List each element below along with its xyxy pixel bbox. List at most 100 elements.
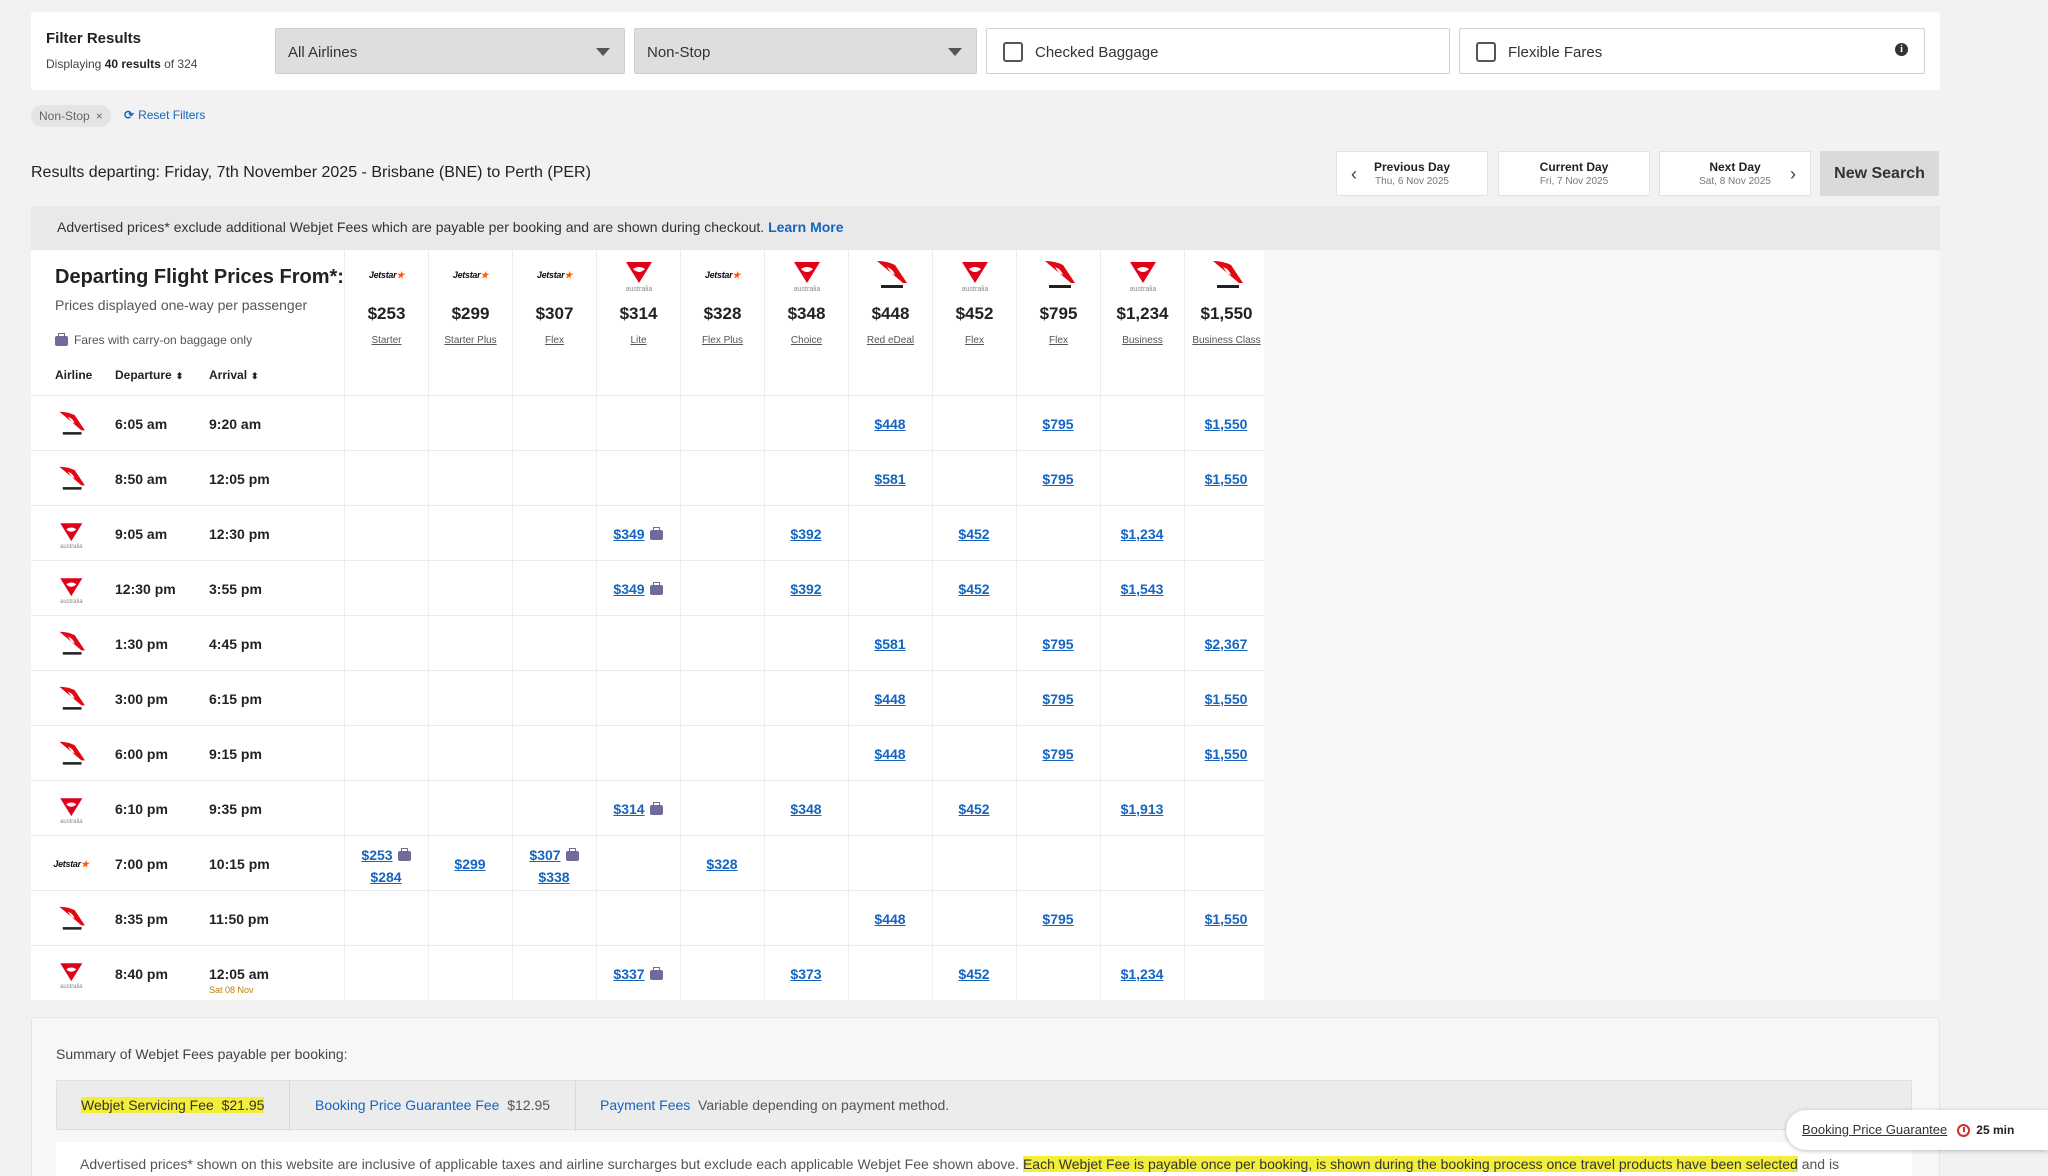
results-count-prefix: Displaying — [46, 57, 102, 71]
fare-price-link[interactable]: $1,234 — [1121, 526, 1164, 542]
fare-price-link[interactable]: $373 — [790, 966, 821, 982]
fare-price-link[interactable]: $1,550 — [1205, 911, 1248, 927]
checked-baggage-checkbox[interactable]: Checked Baggage — [986, 28, 1450, 74]
fare-price-link[interactable]: $1,913 — [1121, 801, 1164, 817]
fare-column-8: $795 Flex — [1016, 250, 1100, 395]
airline-logo: Jetstar★ — [49, 846, 93, 882]
fare-price-link[interactable]: $349 — [613, 526, 644, 542]
new-search-button[interactable]: New Search — [1820, 151, 1939, 196]
close-icon[interactable]: × — [96, 109, 103, 123]
departure-time: 8:40 pm — [115, 966, 168, 982]
fare-cell: $581 — [848, 636, 932, 652]
fare-price-link[interactable]: $581 — [874, 636, 905, 652]
reset-filters-link[interactable]: ⟳ Reset Filters — [124, 108, 205, 122]
fare-cell: $581 — [848, 471, 932, 487]
fare-price-link[interactable]: $1,543 — [1121, 581, 1164, 597]
booking-price-guarantee-widget[interactable]: Booking Price Guarantee 25 min — [1786, 1110, 2048, 1150]
fare-type-link[interactable]: Starter — [345, 335, 428, 347]
filter-panel: Filter Results Displaying 40 results of … — [31, 12, 1940, 90]
fare-price-link[interactable]: $337 — [613, 966, 644, 982]
fare-price-link[interactable]: $1,550 — [1205, 471, 1248, 487]
previous-day-button[interactable]: ‹ Previous Day Thu, 6 Nov 2025 — [1336, 151, 1488, 196]
servicing-fee-label: Webjet Servicing Fee — [81, 1097, 214, 1113]
sort-icon: ⬍ — [175, 371, 184, 381]
guarantee-fee: Booking Price Guarantee Fee $12.95 — [315, 1097, 550, 1113]
fare-price-link[interactable]: $795 — [1042, 691, 1073, 707]
fare-price-link[interactable]: $795 — [1042, 416, 1073, 432]
guarantee-fee-label[interactable]: Booking Price Guarantee Fee — [315, 1097, 499, 1113]
fare-type-link[interactable]: Choice — [765, 335, 848, 347]
svg-text:australia: australia — [60, 984, 83, 990]
fare-price-link[interactable]: $448 — [874, 691, 905, 707]
payment-fees-label[interactable]: Payment Fees — [600, 1097, 690, 1113]
flight-row: 6:00 pm 9:15 pm $448 $795 $1,550 — [31, 725, 1264, 780]
checked-baggage-label: Checked Baggage — [1035, 44, 1159, 61]
fare-price-link[interactable]: $1,234 — [1121, 966, 1164, 982]
fare-cell: $795 — [1016, 416, 1100, 432]
fare-price-link[interactable]: $328 — [706, 856, 737, 872]
fare-price-link[interactable]: $795 — [1042, 471, 1073, 487]
fare-price-link[interactable]: $795 — [1042, 636, 1073, 652]
info-icon[interactable]: i — [1895, 43, 1908, 56]
fare-airline-logo: australia — [765, 250, 848, 300]
fare-type-link[interactable]: Starter Plus — [429, 335, 512, 347]
fare-price-link[interactable]: $448 — [874, 746, 905, 762]
fare-cell: $1,550 — [1184, 416, 1268, 432]
fare-price-link[interactable]: $299 — [454, 856, 485, 872]
fare-price-link[interactable]: $2,367 — [1205, 636, 1248, 652]
fare-price-link[interactable]: $348 — [790, 801, 821, 817]
stops-select[interactable]: Non-Stop — [634, 28, 977, 74]
fare-price-link[interactable]: $452 — [958, 801, 989, 817]
fare-price-link[interactable]: $338 — [538, 869, 569, 885]
results-title: Results departing: Friday, 7th November … — [31, 164, 591, 182]
fare-price-link[interactable]: $448 — [874, 911, 905, 927]
fare-price-link[interactable]: $349 — [613, 581, 644, 597]
fare-price-link[interactable]: $452 — [958, 966, 989, 982]
fare-type-link[interactable]: Red eDeal — [849, 335, 932, 347]
current-day-button[interactable]: Current Day Fri, 7 Nov 2025 — [1498, 151, 1650, 196]
fare-price-link[interactable]: $1,550 — [1205, 746, 1248, 762]
fare-price-link[interactable]: $307 — [529, 847, 560, 863]
departure-time: 7:00 pm — [115, 856, 168, 872]
fare-cell: $373 — [764, 966, 848, 982]
fare-price-link[interactable]: $392 — [790, 526, 821, 542]
fare-price-link[interactable]: $253 — [361, 847, 392, 863]
learn-more-link[interactable]: Learn More — [768, 219, 843, 235]
fare-price-link[interactable]: $314 — [613, 801, 644, 817]
departure-sort-header[interactable]: Departure ⬍ — [115, 368, 183, 382]
fare-price-link[interactable]: $452 — [958, 526, 989, 542]
previous-day-date: Thu, 6 Nov 2025 — [1375, 176, 1449, 187]
fare-type-link[interactable]: Business Class — [1185, 335, 1268, 347]
fare-price-link[interactable]: $448 — [874, 416, 905, 432]
fare-price-link[interactable]: $795 — [1042, 911, 1073, 927]
fare-price-link[interactable]: $1,550 — [1205, 416, 1248, 432]
fare-cell: $1,234 — [1100, 966, 1184, 982]
fare-price-link[interactable]: $581 — [874, 471, 905, 487]
fare-type-link[interactable]: Flex — [933, 335, 1016, 347]
fare-cell: $448 — [848, 691, 932, 707]
airline-select[interactable]: All Airlines — [275, 28, 625, 74]
next-day-button[interactable]: › Next Day Sat, 8 Nov 2025 — [1659, 151, 1811, 196]
fare-price-link[interactable]: $1,550 — [1205, 691, 1248, 707]
fare-price-link[interactable]: $795 — [1042, 746, 1073, 762]
fare-type-link[interactable]: Lite — [597, 335, 680, 347]
arrival-time: 11:50 pm — [209, 911, 269, 927]
disclaimer-tail: and is — [1801, 1156, 1840, 1172]
arrival-sort-header[interactable]: Arrival ⬍ — [209, 368, 259, 382]
fare-type-link[interactable]: Flex — [513, 335, 596, 347]
jetstar-logo-icon: Jetstar★ — [536, 269, 573, 280]
fare-column-4: Jetstar★ $328 Flex Plus — [680, 250, 764, 395]
fare-airline-logo — [1185, 250, 1268, 300]
fare-type-link[interactable]: Flex — [1017, 335, 1100, 347]
fare-cell: $1,234 — [1100, 526, 1184, 542]
fare-price-link[interactable]: $452 — [958, 581, 989, 597]
fare-price-link[interactable]: $284 — [370, 869, 401, 885]
arrival-time: 12:05 pm — [209, 471, 270, 487]
fare-type-link[interactable]: Business — [1101, 335, 1184, 347]
airline-column-header: Airline — [55, 368, 93, 382]
fare-price-link[interactable]: $392 — [790, 581, 821, 597]
flexible-fares-checkbox[interactable]: Flexible Fares i — [1459, 28, 1925, 74]
fare-type-link[interactable]: Flex Plus — [681, 335, 764, 347]
airline-logo — [49, 681, 93, 717]
booking-price-guarantee-link[interactable]: Booking Price Guarantee — [1802, 1122, 1947, 1137]
